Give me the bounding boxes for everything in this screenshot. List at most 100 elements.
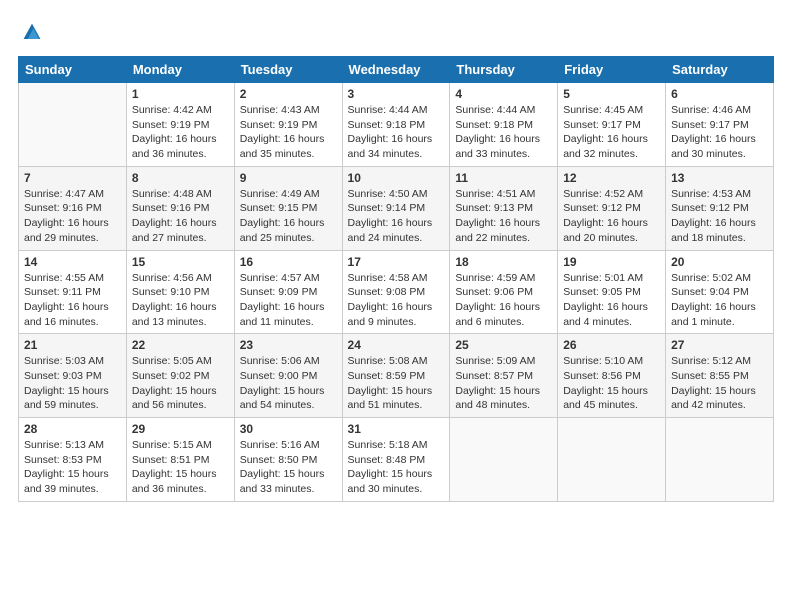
day-info: Sunrise: 5:10 AMSunset: 8:56 PMDaylight:…: [563, 354, 660, 413]
day-number: 3: [348, 87, 445, 101]
day-number: 17: [348, 255, 445, 269]
calendar-day-cell: 27Sunrise: 5:12 AMSunset: 8:55 PMDayligh…: [666, 334, 774, 418]
day-info: Sunrise: 5:05 AMSunset: 9:02 PMDaylight:…: [132, 354, 229, 413]
day-info: Sunrise: 4:48 AMSunset: 9:16 PMDaylight:…: [132, 187, 229, 246]
day-number: 5: [563, 87, 660, 101]
day-number: 10: [348, 171, 445, 185]
day-number: 21: [24, 338, 121, 352]
weekday-header-monday: Monday: [126, 57, 234, 83]
day-number: 20: [671, 255, 768, 269]
day-number: 13: [671, 171, 768, 185]
page: SundayMondayTuesdayWednesdayThursdayFrid…: [0, 0, 792, 512]
day-number: 23: [240, 338, 337, 352]
day-number: 27: [671, 338, 768, 352]
weekday-header-wednesday: Wednesday: [342, 57, 450, 83]
calendar-week-row: 1 Sunrise: 4:42 AMSunset: 9:19 PMDaylight…: [19, 83, 774, 167]
calendar-day-cell: 23 Sunrise: 5:06 AMSunset: 9:00 PMDayligh…: [234, 334, 342, 418]
calendar-day-cell: 7Sunrise: 4:47 AMSunset: 9:16 PMDaylight…: [19, 166, 127, 250]
calendar-day-cell: 2 Sunrise: 4:43 AMSunset: 9:19 PMDaylight…: [234, 83, 342, 167]
day-info: Sunrise: 4:57 AMSunset: 9:09 PMDaylight:…: [240, 271, 337, 330]
calendar-day-cell: [19, 83, 127, 167]
day-info: Sunrise: 4:49 AMSunset: 9:15 PMDaylight:…: [240, 187, 337, 246]
day-number: 7: [24, 171, 121, 185]
day-number: 25: [455, 338, 552, 352]
day-info: Sunrise: 5:02 AMSunset: 9:04 PMDaylight:…: [671, 271, 768, 330]
calendar-day-cell: 14Sunrise: 4:55 AMSunset: 9:11 PMDayligh…: [19, 250, 127, 334]
day-info: Sunrise: 5:16 AMSunset: 8:50 PMDaylight:…: [240, 438, 337, 497]
calendar-day-cell: [558, 418, 666, 502]
logo: [18, 18, 50, 46]
day-number: 14: [24, 255, 121, 269]
logo-icon: [18, 18, 46, 46]
day-number: 2: [240, 87, 337, 101]
day-info: Sunrise: 4:59 AMSunset: 9:06 PMDaylight:…: [455, 271, 552, 330]
weekday-header-saturday: Saturday: [666, 57, 774, 83]
calendar-day-cell: 30 Sunrise: 5:16 AMSunset: 8:50 PMDayligh…: [234, 418, 342, 502]
day-info: Sunrise: 4:45 AMSunset: 9:17 PMDaylight:…: [563, 103, 660, 162]
calendar-day-cell: 20 Sunrise: 5:02 AMSunset: 9:04 PMDayligh…: [666, 250, 774, 334]
calendar-day-cell: 21 Sunrise: 5:03 AMSunset: 9:03 PMDayligh…: [19, 334, 127, 418]
day-info: Sunrise: 4:44 AMSunset: 9:18 PMDaylight:…: [348, 103, 445, 162]
day-info: Sunrise: 4:51 AMSunset: 9:13 PMDaylight:…: [455, 187, 552, 246]
calendar-day-cell: 22 Sunrise: 5:05 AMSunset: 9:02 PMDayligh…: [126, 334, 234, 418]
calendar-day-cell: 28Sunrise: 5:13 AMSunset: 8:53 PMDayligh…: [19, 418, 127, 502]
day-number: 30: [240, 422, 337, 436]
day-info: Sunrise: 5:09 AMSunset: 8:57 PMDaylight:…: [455, 354, 552, 413]
day-number: 29: [132, 422, 229, 436]
calendar-day-cell: 9Sunrise: 4:49 AMSunset: 9:15 PMDaylight…: [234, 166, 342, 250]
calendar-day-cell: 8Sunrise: 4:48 AMSunset: 9:16 PMDaylight…: [126, 166, 234, 250]
day-number: 18: [455, 255, 552, 269]
calendar-day-cell: 15Sunrise: 4:56 AMSunset: 9:10 PMDayligh…: [126, 250, 234, 334]
calendar-week-row: 21 Sunrise: 5:03 AMSunset: 9:03 PMDayligh…: [19, 334, 774, 418]
day-info: Sunrise: 5:06 AMSunset: 9:00 PMDaylight:…: [240, 354, 337, 413]
day-info: Sunrise: 4:52 AMSunset: 9:12 PMDaylight:…: [563, 187, 660, 246]
day-info: Sunrise: 5:01 AMSunset: 9:05 PMDaylight:…: [563, 271, 660, 330]
day-info: Sunrise: 5:18 AMSunset: 8:48 PMDaylight:…: [348, 438, 445, 497]
day-number: 28: [24, 422, 121, 436]
day-number: 16: [240, 255, 337, 269]
day-info: Sunrise: 5:03 AMSunset: 9:03 PMDaylight:…: [24, 354, 121, 413]
day-info: Sunrise: 5:08 AMSunset: 8:59 PMDaylight:…: [348, 354, 445, 413]
calendar-day-cell: 31 Sunrise: 5:18 AMSunset: 8:48 PMDayligh…: [342, 418, 450, 502]
calendar-day-cell: 11 Sunrise: 4:51 AMSunset: 9:13 PMDayligh…: [450, 166, 558, 250]
calendar-week-row: 28Sunrise: 5:13 AMSunset: 8:53 PMDayligh…: [19, 418, 774, 502]
calendar-day-cell: 1 Sunrise: 4:42 AMSunset: 9:19 PMDaylight…: [126, 83, 234, 167]
day-info: Sunrise: 4:56 AMSunset: 9:10 PMDaylight:…: [132, 271, 229, 330]
calendar-week-row: 7Sunrise: 4:47 AMSunset: 9:16 PMDaylight…: [19, 166, 774, 250]
calendar-day-cell: 25 Sunrise: 5:09 AMSunset: 8:57 PMDayligh…: [450, 334, 558, 418]
calendar-day-cell: 4 Sunrise: 4:44 AMSunset: 9:18 PMDaylight…: [450, 83, 558, 167]
calendar-day-cell: 17Sunrise: 4:58 AMSunset: 9:08 PMDayligh…: [342, 250, 450, 334]
calendar-day-cell: 10 Sunrise: 4:50 AMSunset: 9:14 PMDayligh…: [342, 166, 450, 250]
weekday-header-row: SundayMondayTuesdayWednesdayThursdayFrid…: [19, 57, 774, 83]
calendar-day-cell: 26Sunrise: 5:10 AMSunset: 8:56 PMDayligh…: [558, 334, 666, 418]
calendar-table: SundayMondayTuesdayWednesdayThursdayFrid…: [18, 56, 774, 502]
calendar-day-cell: 12 Sunrise: 4:52 AMSunset: 9:12 PMDayligh…: [558, 166, 666, 250]
day-info: Sunrise: 4:43 AMSunset: 9:19 PMDaylight:…: [240, 103, 337, 162]
day-number: 24: [348, 338, 445, 352]
day-number: 12: [563, 171, 660, 185]
calendar-day-cell: 5 Sunrise: 4:45 AMSunset: 9:17 PMDaylight…: [558, 83, 666, 167]
calendar-week-row: 14Sunrise: 4:55 AMSunset: 9:11 PMDayligh…: [19, 250, 774, 334]
calendar-day-cell: 29Sunrise: 5:15 AMSunset: 8:51 PMDayligh…: [126, 418, 234, 502]
calendar-day-cell: 6Sunrise: 4:46 AMSunset: 9:17 PMDaylight…: [666, 83, 774, 167]
calendar-day-cell: [450, 418, 558, 502]
weekday-header-tuesday: Tuesday: [234, 57, 342, 83]
day-number: 4: [455, 87, 552, 101]
weekday-header-friday: Friday: [558, 57, 666, 83]
day-info: Sunrise: 4:53 AMSunset: 9:12 PMDaylight:…: [671, 187, 768, 246]
weekday-header-sunday: Sunday: [19, 57, 127, 83]
day-number: 1: [132, 87, 229, 101]
day-number: 22: [132, 338, 229, 352]
calendar-day-cell: 24 Sunrise: 5:08 AMSunset: 8:59 PMDayligh…: [342, 334, 450, 418]
day-number: 11: [455, 171, 552, 185]
day-number: 6: [671, 87, 768, 101]
calendar-day-cell: 18 Sunrise: 4:59 AMSunset: 9:06 PMDayligh…: [450, 250, 558, 334]
day-number: 31: [348, 422, 445, 436]
calendar-day-cell: 3 Sunrise: 4:44 AMSunset: 9:18 PMDaylight…: [342, 83, 450, 167]
day-info: Sunrise: 4:42 AMSunset: 9:19 PMDaylight:…: [132, 103, 229, 162]
calendar-day-cell: 19 Sunrise: 5:01 AMSunset: 9:05 PMDayligh…: [558, 250, 666, 334]
day-info: Sunrise: 4:44 AMSunset: 9:18 PMDaylight:…: [455, 103, 552, 162]
day-number: 19: [563, 255, 660, 269]
day-info: Sunrise: 4:50 AMSunset: 9:14 PMDaylight:…: [348, 187, 445, 246]
calendar-day-cell: [666, 418, 774, 502]
